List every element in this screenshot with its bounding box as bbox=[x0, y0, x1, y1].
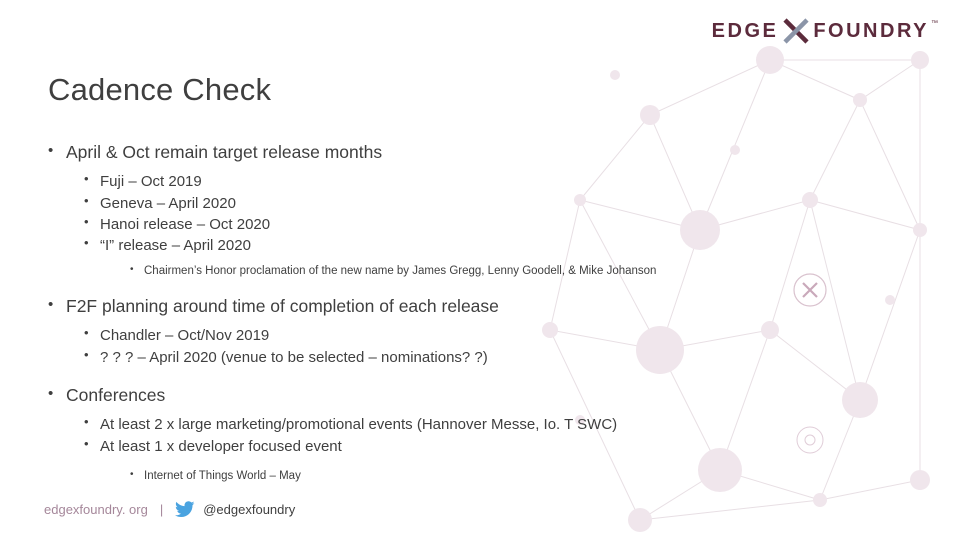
footer: edgexfoundry. org | @edgexfoundry bbox=[44, 501, 295, 518]
logo-edge-text: EDGE bbox=[711, 19, 779, 42]
slide-body: April & Oct remain target release months… bbox=[44, 140, 824, 485]
list-item: At least 2 x large marketing/promotional… bbox=[44, 413, 824, 436]
bullet-list: April & Oct remain target release months… bbox=[44, 140, 824, 485]
list-item: “I” release – April 2020 bbox=[44, 234, 824, 256]
list-item: Fuji – Oct 2019 bbox=[44, 170, 824, 192]
list-item: Chandler – Oct/Nov 2019 bbox=[44, 324, 824, 347]
slide: EDGE FOUNDRY ™ Cadence Check April & Oct… bbox=[0, 0, 960, 540]
x-mark-icon bbox=[782, 18, 810, 44]
footer-separator: | bbox=[159, 502, 164, 517]
list-item: Hanoi release – Oct 2020 bbox=[44, 213, 824, 235]
list-item: F2F planning around time of completion o… bbox=[44, 294, 824, 319]
logo-trademark: ™ bbox=[931, 20, 938, 27]
list-item: ? ? ? – April 2020 (venue to be selected… bbox=[44, 346, 824, 369]
logo-foundry-text: FOUNDRY bbox=[813, 19, 929, 42]
twitter-bird-icon bbox=[175, 501, 195, 518]
footer-website[interactable]: edgexfoundry. org bbox=[44, 502, 148, 517]
footer-twitter-handle[interactable]: @edgexfoundry bbox=[203, 502, 295, 517]
edgex-foundry-logo: EDGE FOUNDRY ™ bbox=[712, 18, 938, 44]
list-item: April & Oct remain target release months bbox=[44, 140, 824, 165]
list-item: At least 1 x developer focused event bbox=[44, 435, 824, 458]
list-item: Geneva – April 2020 bbox=[44, 192, 824, 214]
page-title: Cadence Check bbox=[48, 72, 272, 107]
list-item: Conferences bbox=[44, 383, 824, 408]
list-item: Internet of Things World – May bbox=[44, 467, 824, 485]
list-item: Chairmen’s Honor proclamation of the new… bbox=[44, 262, 824, 280]
